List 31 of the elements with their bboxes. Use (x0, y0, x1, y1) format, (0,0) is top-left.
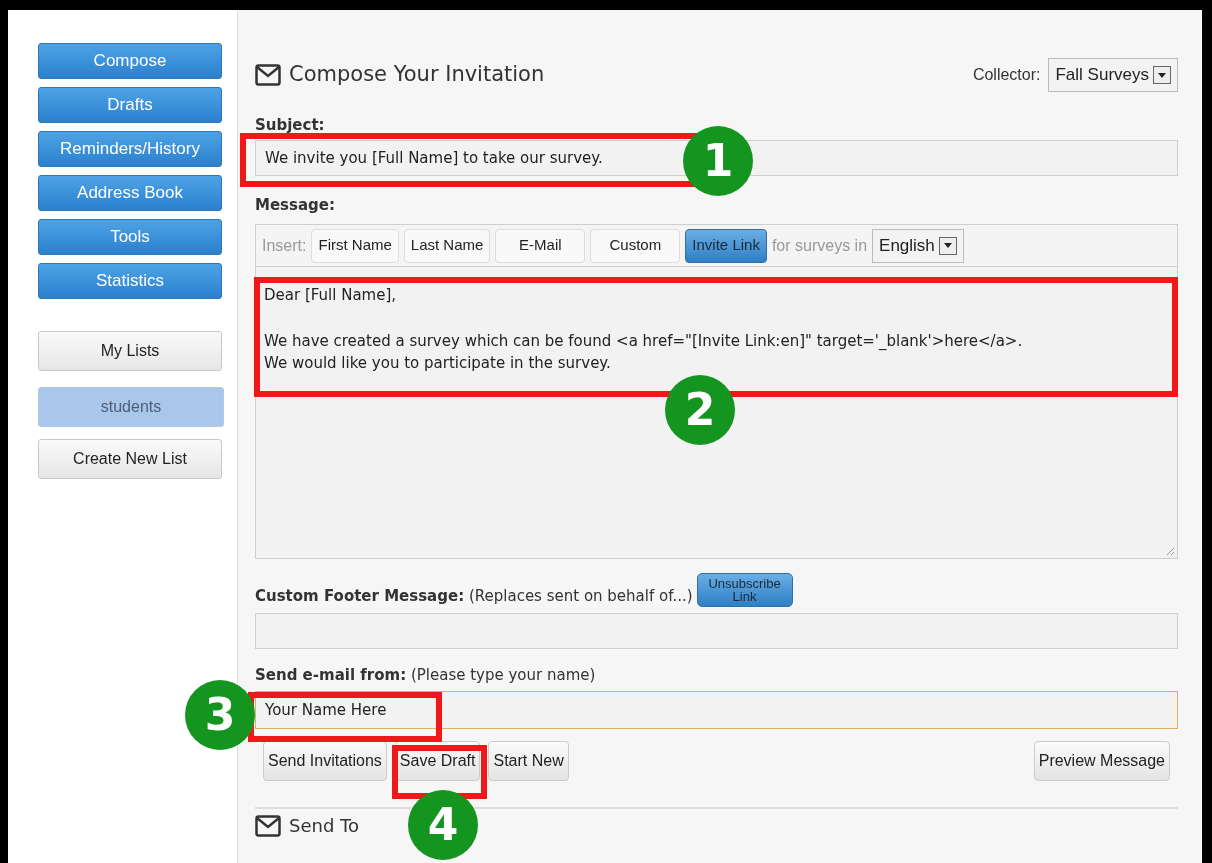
section-title: Send To (289, 815, 359, 836)
insert-label: Insert: (262, 235, 307, 256)
language-label: for surveys in (771, 235, 868, 256)
action-button[interactable]: Start New (488, 740, 569, 781)
resize-grip-icon (1165, 546, 1175, 556)
field-label: Subject: (255, 116, 325, 134)
my-lists-button[interactable]: My Lists (38, 331, 222, 371)
field-label: Send e-mail from: (Please type your name) (255, 665, 596, 686)
unsubscribe-link-button[interactable]: Unsubscribe Link (696, 573, 793, 607)
language-dropdown[interactable]: English (872, 228, 964, 263)
field-label: Message: (255, 196, 335, 214)
message-text-line: Dear [Full Name], (264, 285, 398, 306)
envelope-icon (255, 814, 281, 837)
message-text-line: We would like you to participate in the survey. (264, 353, 612, 374)
sender-name-field[interactable]: Your Name Here (255, 690, 1178, 729)
preview-button[interactable]: Preview Message (1033, 740, 1170, 781)
create-list-button[interactable]: Create New List (38, 439, 222, 479)
insert-button[interactable]: Invite Link (685, 228, 767, 263)
list-item[interactable]: students (38, 387, 224, 427)
field-label: Custom Footer Message: (Replaces sent on behalf of...) (255, 585, 693, 607)
collector-dropdown[interactable]: Fall Surveys (1048, 58, 1178, 92)
insert-button[interactable]: E-Mail (495, 228, 586, 263)
action-button[interactable]: Send Invitations (263, 740, 387, 781)
insert-button[interactable]: Last Name (403, 228, 491, 263)
insert-button[interactable]: First Name (311, 228, 399, 263)
envelope-icon (255, 64, 281, 86)
message-text-line: We have created a survey which can be found <a href="[Invite Link:en]" target='_blank'>here</a>. (264, 331, 1024, 352)
footer-field[interactable] (255, 613, 1178, 649)
insert-button[interactable]: Custom (590, 228, 681, 263)
collector-label: Collector: (972, 65, 1041, 85)
section-title: Compose Your Invitation (289, 61, 545, 89)
